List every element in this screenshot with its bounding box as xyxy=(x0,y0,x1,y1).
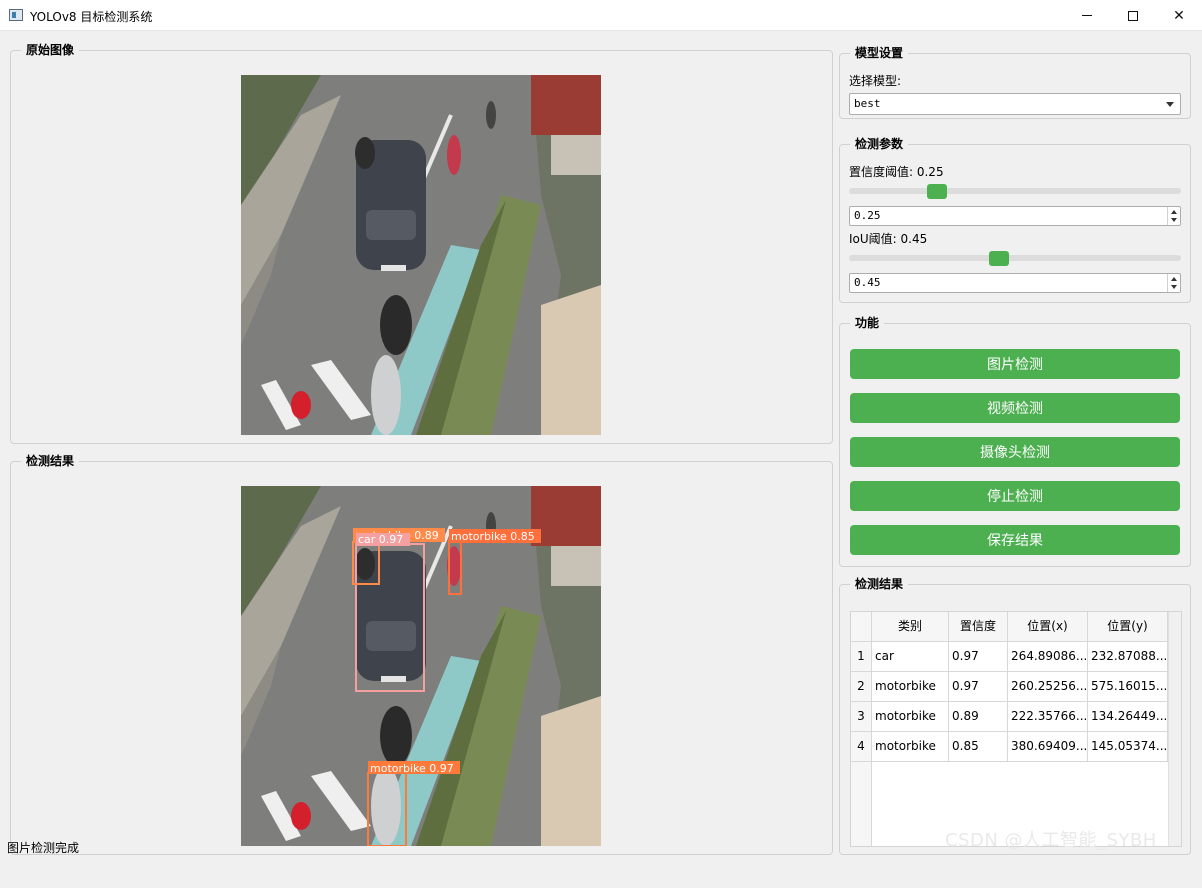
video-detect-button[interactable]: 视频检测 xyxy=(850,393,1180,423)
table-cell-y[interactable]: 575.16015... xyxy=(1088,672,1168,702)
table-cell-x[interactable]: 264.89086... xyxy=(1008,642,1088,672)
confidence-slider[interactable] xyxy=(849,188,1181,194)
select-model-label: 选择模型: xyxy=(849,74,902,88)
model-settings-title: 模型设置 xyxy=(850,45,909,61)
stop-detect-button[interactable]: 停止检测 xyxy=(850,481,1180,511)
detection-label-motorbike-085: motorbike 0.85 xyxy=(451,530,535,543)
iou-spinbox-value: 0.45 xyxy=(854,276,881,289)
row-header-filler xyxy=(851,762,872,846)
column-header-class[interactable]: 类别 xyxy=(872,612,949,642)
window-title: YOLOv8 目标检测系统 xyxy=(30,10,153,24)
row-header[interactable]: 4 xyxy=(851,732,872,762)
spin-up-icon[interactable] xyxy=(1171,210,1177,214)
close-button[interactable]: ✕ xyxy=(1156,0,1202,31)
table-cell-confidence[interactable]: 0.85 xyxy=(949,732,1008,762)
result-image-title: 检测结果 xyxy=(21,453,80,469)
column-header-confidence[interactable]: 置信度 xyxy=(949,612,1008,642)
confidence-spin-buttons[interactable] xyxy=(1167,207,1180,225)
results-table-title: 检测结果 xyxy=(850,576,909,592)
detection-label-motorbike-097: motorbike 0.97 xyxy=(370,762,454,775)
detected-scene-graphic: motorbike 0.89 car 0.97 motorbike 0.85 m… xyxy=(241,486,601,846)
save-results-button[interactable]: 保存结果 xyxy=(850,525,1180,555)
table-cell-confidence[interactable]: 0.97 xyxy=(949,672,1008,702)
table-cell-class[interactable]: motorbike xyxy=(872,702,949,732)
detect-params-title: 检测参数 xyxy=(850,136,909,152)
table-cell-class[interactable]: motorbike xyxy=(872,732,949,762)
iou-slider[interactable] xyxy=(849,255,1181,261)
status-text: 图片检测完成 xyxy=(7,841,80,855)
row-header[interactable]: 1 xyxy=(851,642,872,672)
maximize-button[interactable] xyxy=(1110,0,1156,31)
table-cell-confidence[interactable]: 0.97 xyxy=(949,642,1008,672)
table-cell-confidence[interactable]: 0.89 xyxy=(949,702,1008,732)
title-bar: YOLOv8 目标检测系统 ✕ xyxy=(0,0,1202,31)
spin-up-icon[interactable] xyxy=(1171,277,1177,281)
table-cell-y[interactable]: 145.05374... xyxy=(1088,732,1168,762)
confidence-spinbox-value: 0.25 xyxy=(854,209,881,222)
model-select[interactable]: best xyxy=(849,93,1181,115)
close-icon: ✕ xyxy=(1173,7,1185,24)
model-select-value: best xyxy=(854,97,881,110)
image-detect-button[interactable]: 图片检测 xyxy=(850,349,1180,379)
table-corner[interactable] xyxy=(851,612,872,642)
row-header[interactable]: 3 xyxy=(851,702,872,732)
column-header-y[interactable]: 位置(y) xyxy=(1088,612,1168,642)
table-vertical-scrollbar[interactable] xyxy=(1168,612,1181,846)
column-header-x[interactable]: 位置(x) xyxy=(1008,612,1088,642)
original-image xyxy=(241,75,601,435)
original-image-title: 原始图像 xyxy=(21,42,80,58)
spin-down-icon[interactable] xyxy=(1171,218,1177,222)
chevron-down-icon xyxy=(1166,102,1174,107)
table-cell-x[interactable]: 260.25256... xyxy=(1008,672,1088,702)
confidence-spinbox[interactable]: 0.25 xyxy=(849,206,1181,226)
confidence-label: 置信度阈值: 0.25 xyxy=(849,165,944,179)
iou-label: IoU阈值: 0.45 xyxy=(849,232,928,246)
functions-title: 功能 xyxy=(850,315,885,331)
maximize-icon xyxy=(1128,10,1138,21)
street-scene-graphic xyxy=(241,75,601,435)
iou-slider-handle[interactable] xyxy=(989,251,1010,266)
iou-spin-buttons[interactable] xyxy=(1167,274,1180,292)
table-cell-x[interactable]: 380.69409... xyxy=(1008,732,1088,762)
watermark: CSDN @人工智能_SYBH xyxy=(945,830,1157,851)
confidence-slider-handle[interactable] xyxy=(927,184,947,199)
table-cell-y[interactable]: 134.26449... xyxy=(1088,702,1168,732)
table-cell-y[interactable]: 232.87088... xyxy=(1088,642,1168,672)
spin-down-icon[interactable] xyxy=(1171,285,1177,289)
iou-spinbox[interactable]: 0.45 xyxy=(849,273,1181,293)
app-icon xyxy=(9,9,23,21)
table-cell-class[interactable]: car xyxy=(872,642,949,672)
table-cell-class[interactable]: motorbike xyxy=(872,672,949,702)
row-header[interactable]: 2 xyxy=(851,672,872,702)
result-image: motorbike 0.89 car 0.97 motorbike 0.85 m… xyxy=(241,486,601,846)
camera-detect-button[interactable]: 摄像头检测 xyxy=(850,437,1180,467)
minimize-icon xyxy=(1082,15,1092,16)
results-table[interactable]: 类别 置信度 位置(x) 位置(y) 1 car 0.97 264.89086.… xyxy=(850,611,1182,847)
table-cell-x[interactable]: 222.35766... xyxy=(1008,702,1088,732)
minimize-button[interactable] xyxy=(1064,0,1110,31)
detection-label-car: car 0.97 xyxy=(358,533,403,546)
